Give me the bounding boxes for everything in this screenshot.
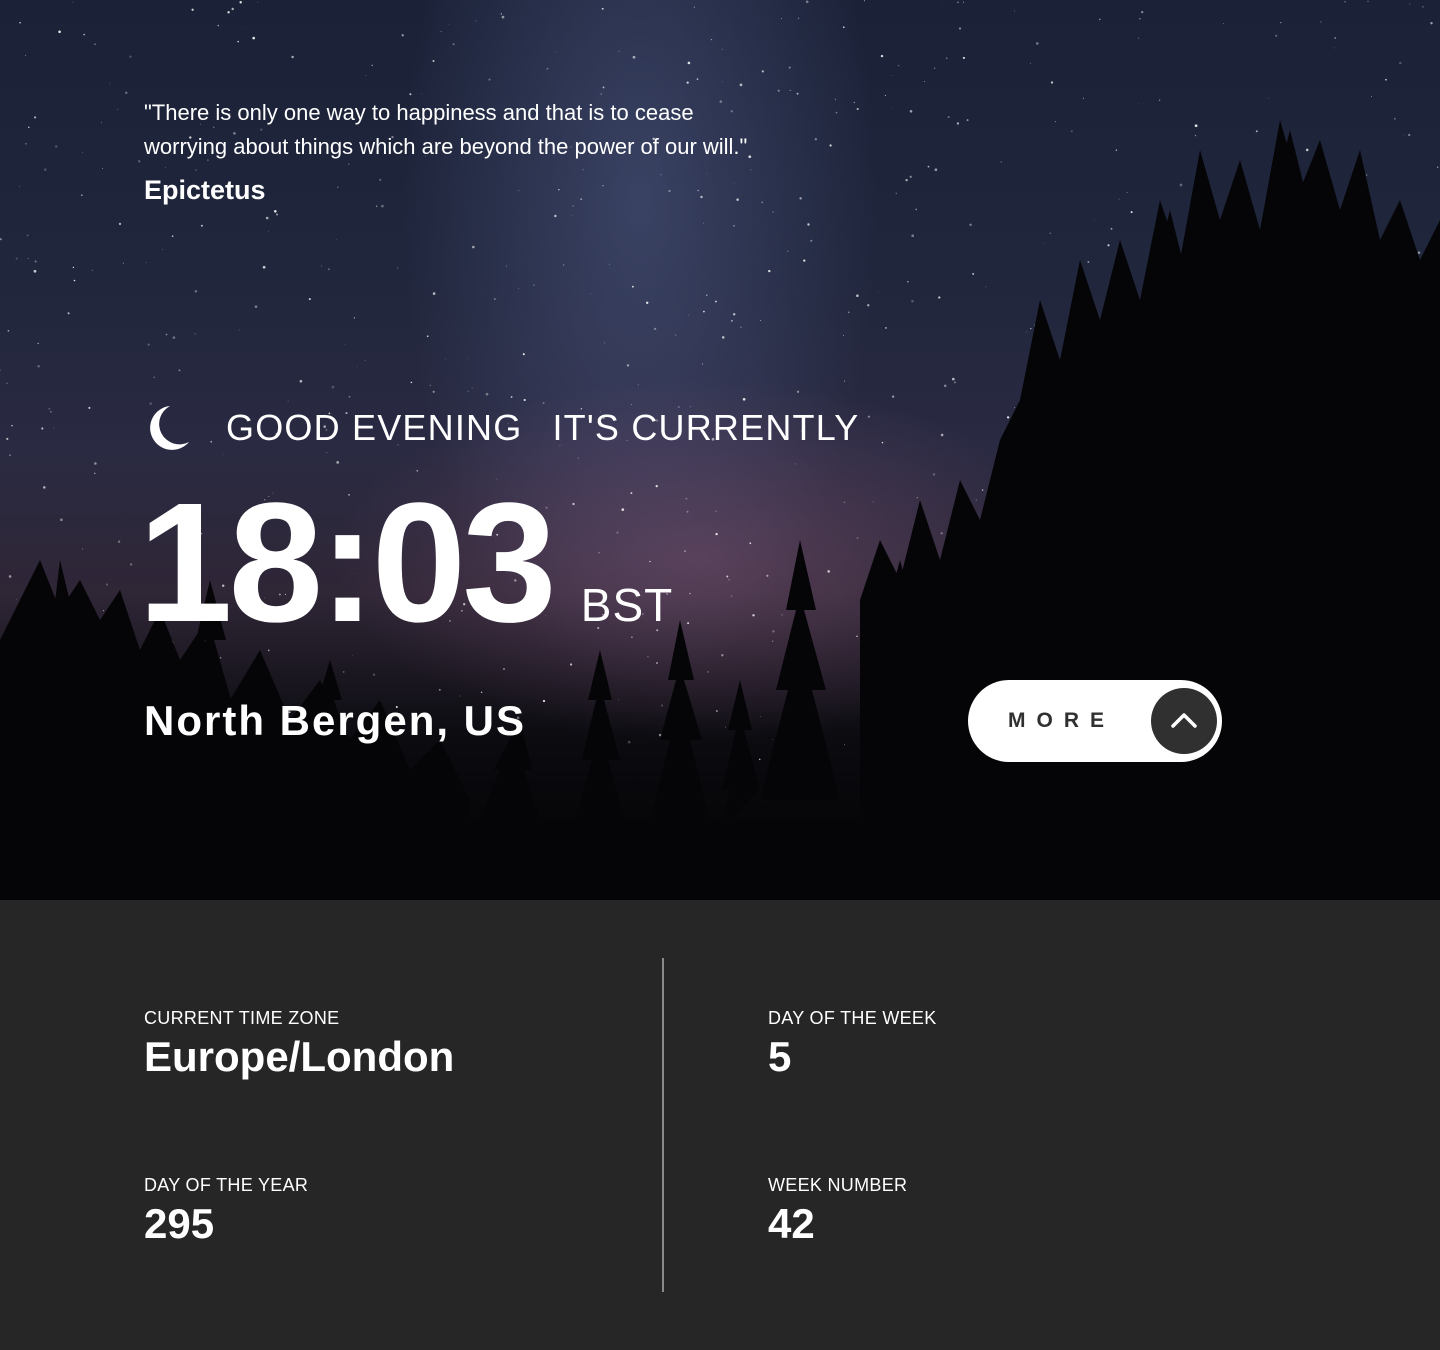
week-number-detail: WEEK NUMBER 42	[768, 1174, 1248, 1248]
chevron-up-icon	[1171, 713, 1197, 728]
timezone-detail: CURRENT TIME ZONE Europe/London	[144, 1007, 624, 1081]
more-button-circle[interactable]	[1151, 688, 1217, 754]
timezone-abbreviation: BST	[580, 579, 674, 631]
more-button-label: MORE	[1008, 709, 1115, 732]
currently-text: IT'S CURRENTLY	[552, 407, 860, 448]
quote-text: "There is only one way to happiness and …	[144, 100, 748, 159]
hero-section: "There is only one way to happiness and …	[0, 0, 1440, 900]
greeting-text: GOOD EVENING	[226, 407, 523, 448]
day-of-week-value: 5	[768, 1033, 792, 1080]
quote-author: Epictetus	[144, 175, 266, 205]
quote-block: "There is only one way to happiness and …	[144, 96, 754, 207]
week-number-value: 42	[768, 1200, 815, 1247]
week-number-label: WEEK NUMBER	[768, 1175, 908, 1195]
day-of-year-detail: DAY OF THE YEAR 295	[144, 1174, 624, 1248]
timezone-value: Europe/London	[144, 1033, 455, 1080]
moon-icon	[150, 406, 189, 450]
time-display: 18:03 BST	[138, 478, 673, 648]
timezone-label: CURRENT TIME ZONE	[144, 1008, 340, 1028]
day-of-year-value: 295	[144, 1200, 215, 1247]
day-of-week-detail: DAY OF THE WEEK 5	[768, 1007, 1248, 1081]
details-divider	[662, 958, 664, 1292]
current-time: 18:03	[138, 468, 557, 658]
location-text: North Bergen, US	[144, 697, 527, 744]
greeting-row: GOOD EVENING IT'S CURRENTLY	[144, 402, 860, 454]
details-panel: CURRENT TIME ZONE Europe/London DAY OF T…	[0, 900, 1440, 1350]
more-button[interactable]: MORE	[968, 680, 1222, 762]
day-of-year-label: DAY OF THE YEAR	[144, 1175, 309, 1195]
day-of-week-label: DAY OF THE WEEK	[768, 1008, 937, 1028]
